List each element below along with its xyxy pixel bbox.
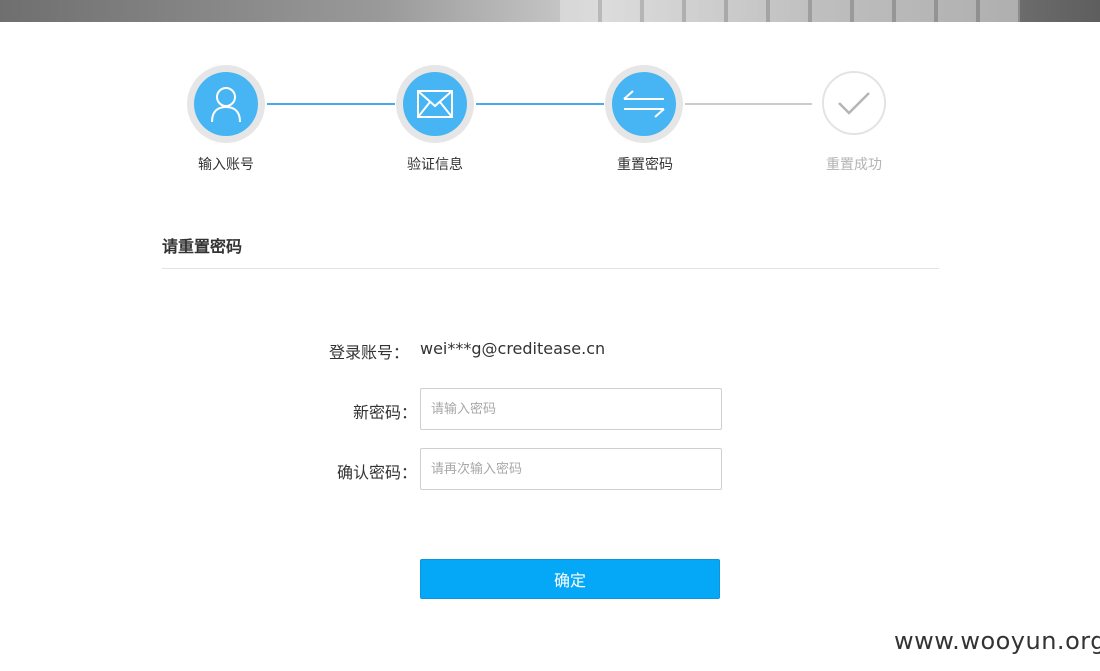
confirm-password-input[interactable] (420, 448, 722, 490)
step-4-circle (822, 71, 886, 135)
new-password-label: 新密码： (352, 403, 417, 422)
step-connector-2 (476, 103, 604, 105)
page-title: 请重置密码 (162, 237, 243, 256)
step-1-label: 输入账号 (198, 157, 254, 173)
step-3-label: 重置密码 (617, 157, 673, 173)
divider (162, 268, 939, 269)
step-3-circle (605, 65, 683, 143)
confirm-password-label: 确认密码： (336, 463, 417, 482)
step-4-label: 重置成功 (826, 157, 882, 173)
watermark-text: www.wooyun.org (894, 627, 1100, 655)
exchange-icon (623, 90, 665, 118)
user-icon (211, 87, 241, 123)
envelope-icon (417, 90, 453, 118)
account-value: wei***g@creditease.cn (420, 339, 606, 358)
step-connector-1 (267, 103, 395, 105)
new-password-input[interactable] (420, 388, 722, 430)
step-1-circle (187, 65, 265, 143)
step-connector-3 (685, 103, 812, 105)
account-label: 登录账号： (328, 343, 409, 362)
confirm-button[interactable]: 确定 (420, 559, 720, 599)
progress-steps: 输入账号 验证信息 重置密码 重置成功 (0, 0, 1100, 190)
step-2-circle (396, 65, 474, 143)
step-2-label: 验证信息 (407, 157, 463, 173)
check-icon (838, 92, 870, 115)
